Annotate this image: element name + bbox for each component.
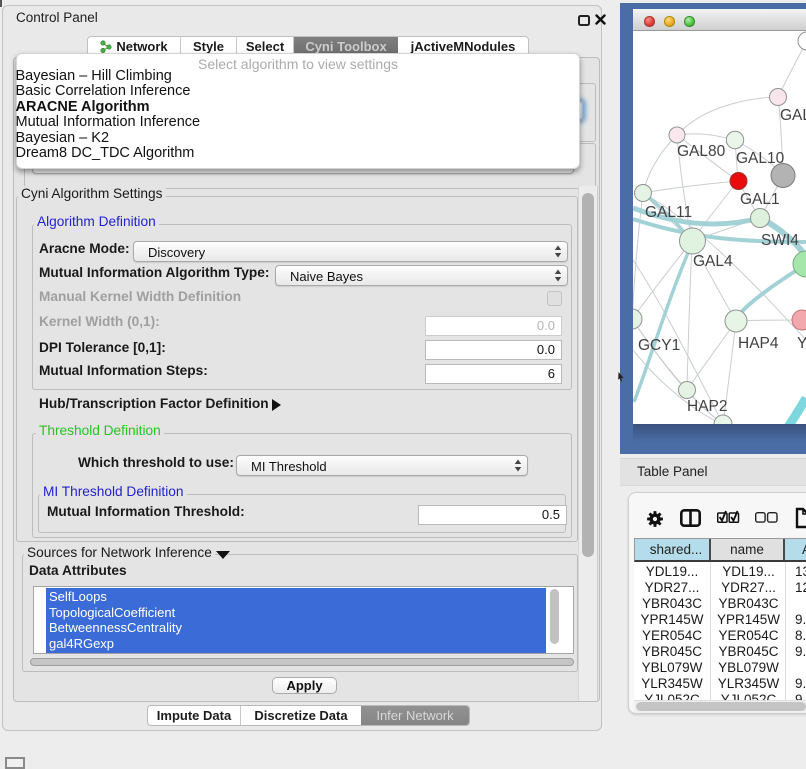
svg-text:HAP2: HAP2: [687, 398, 728, 415]
svg-text:SWI4: SWI4: [761, 232, 799, 249]
svg-text:GAL80: GAL80: [677, 143, 726, 160]
svg-text:Y: Y: [797, 335, 806, 352]
svg-text:HAP4: HAP4: [738, 335, 779, 352]
svg-text:GAL4: GAL4: [693, 253, 733, 270]
svg-text:GAL10: GAL10: [736, 150, 785, 167]
svg-text:GAL11: GAL11: [645, 204, 692, 221]
svg-text:GCY1: GCY1: [638, 337, 680, 354]
svg-text:GAL1: GAL1: [740, 191, 780, 208]
svg-text:GAL8: GAL8: [780, 107, 806, 124]
